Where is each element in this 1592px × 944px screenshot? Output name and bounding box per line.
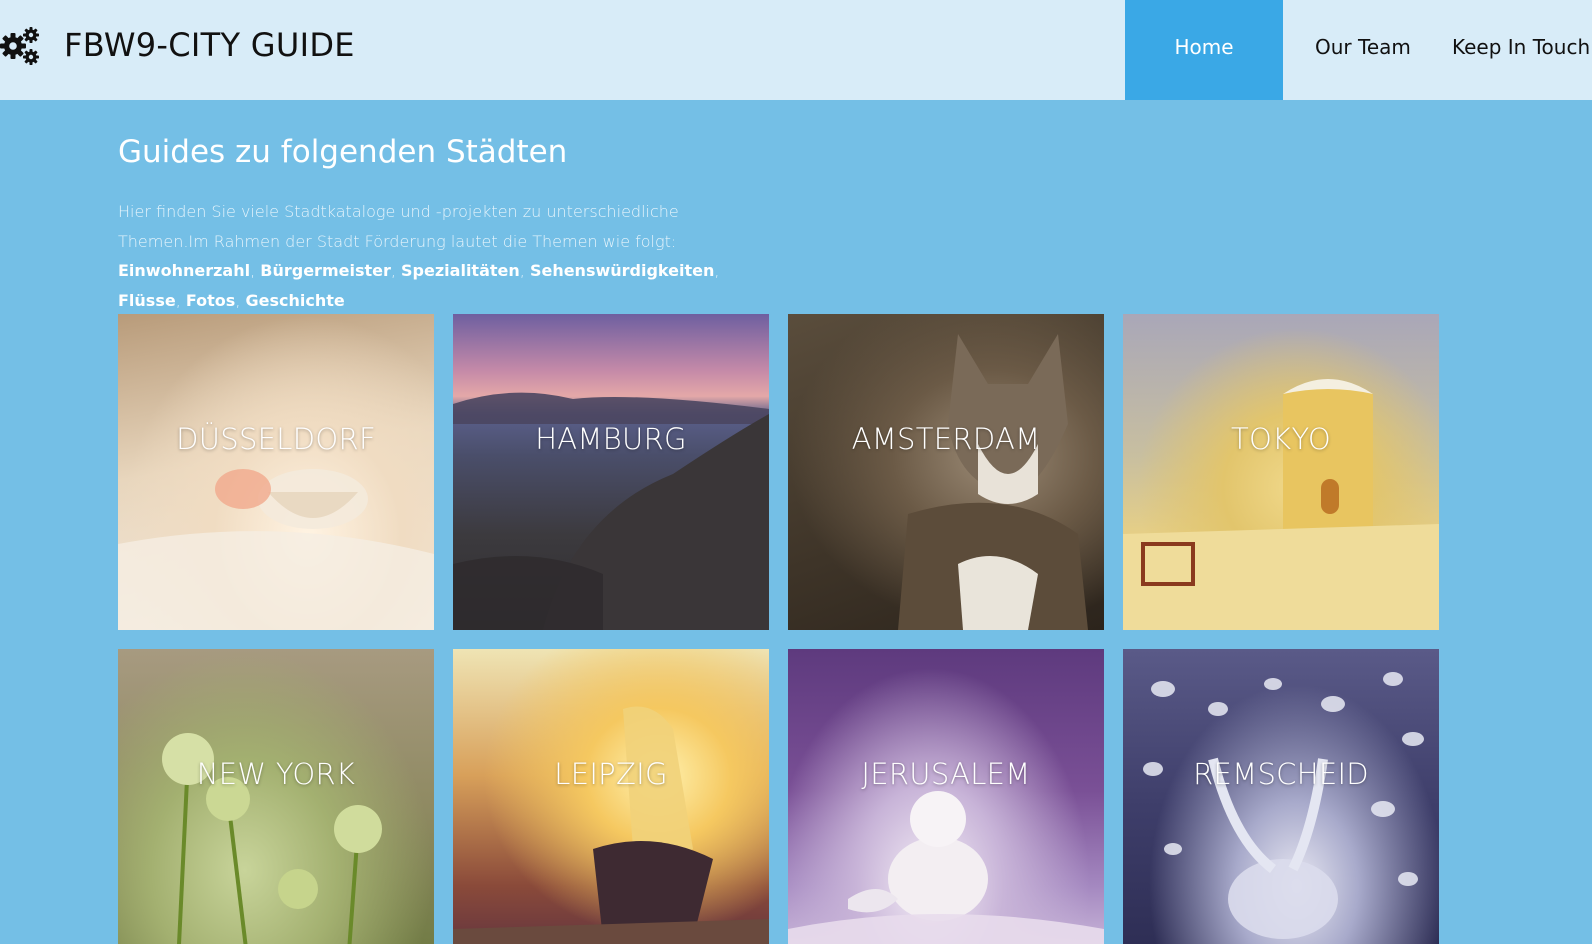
topic-sehenswuerdigkeiten: Sehenswürdigkeiten xyxy=(529,261,715,280)
city-tile-remscheid[interactable]: REMSCHEID xyxy=(1123,649,1439,944)
city-tile-leipzig[interactable]: LEIPZIG xyxy=(453,649,769,944)
topic-buergermeister: Bürgermeister xyxy=(260,261,391,280)
separator: , xyxy=(714,261,720,280)
jellyfish-image xyxy=(1143,672,1424,939)
arctic-fox-image xyxy=(788,791,1104,944)
separator: , xyxy=(235,290,246,310)
city-tile-jerusalem[interactable]: JERUSALEM xyxy=(788,649,1104,944)
city-label: LEIPZIG xyxy=(554,757,668,791)
topic-fluesse: Flüsse xyxy=(118,290,176,310)
teacup-image xyxy=(118,469,434,630)
topic-einwohnerzahl: Einwohnerzahl xyxy=(118,261,251,280)
page-title: Guides zu folgenden Städten xyxy=(118,134,568,170)
nav-home[interactable]: Home xyxy=(1125,0,1283,100)
city-label: NEW YORK xyxy=(196,757,356,791)
nav-our-team[interactable]: Our Team xyxy=(1315,0,1411,100)
city-label: TOKYO xyxy=(1230,422,1331,456)
gears-icon xyxy=(0,27,39,65)
separator: , xyxy=(390,261,402,280)
separator: , xyxy=(250,261,261,280)
city-tile-duesseldorf[interactable]: DÜSSELDORF xyxy=(118,314,434,630)
main-nav: Home Our Team Keep In Touch xyxy=(1125,0,1592,100)
city-tile-tokyo[interactable]: TOKYO xyxy=(1123,314,1439,630)
city-label: HAMBURG xyxy=(535,422,687,456)
nav-keep-in-touch[interactable]: Keep In Touch xyxy=(1452,0,1590,100)
city-label: JERUSALEM xyxy=(861,757,1031,791)
city-tile-new-york[interactable]: NEW YORK xyxy=(118,649,434,944)
city-tile-amsterdam[interactable]: AMSTERDAM xyxy=(788,314,1104,630)
site-brand[interactable]: FBW9-CITY GUIDE xyxy=(64,26,355,64)
city-label: DÜSSELDORF xyxy=(176,422,376,456)
separator: , xyxy=(519,261,530,280)
separator: , xyxy=(175,290,186,310)
topic-fotos: Fotos xyxy=(185,290,236,310)
sunset-girl-image xyxy=(453,706,769,944)
flowers-image xyxy=(162,733,382,944)
husky-image xyxy=(898,334,1088,630)
topic-spezialitaeten: Spezialitäten xyxy=(401,261,520,280)
site-header: FBW9-CITY GUIDE Home Our Team Keep In To… xyxy=(0,0,1592,100)
topic-geschichte: Geschichte xyxy=(245,290,345,310)
intro-text: Hier finden Sie viele Stadtkataloge und … xyxy=(118,197,758,315)
city-tile-hamburg[interactable]: HAMBURG xyxy=(453,314,769,630)
coast-image xyxy=(453,392,769,630)
intro-prefix: Hier finden Sie viele Stadtkataloge und … xyxy=(118,202,679,251)
city-label: AMSTERDAM xyxy=(851,422,1041,456)
tower-image xyxy=(1123,379,1439,630)
city-label: REMSCHEID xyxy=(1193,757,1369,791)
